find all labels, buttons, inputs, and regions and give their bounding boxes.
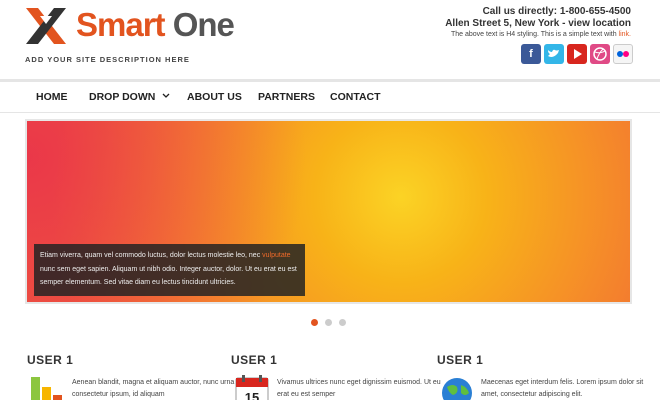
column-title: USER 1 xyxy=(231,353,278,367)
slider-dot-2[interactable] xyxy=(325,319,332,326)
site-header: Smart One ADD YOUR SITE DESCRIPTION HERE… xyxy=(0,0,660,78)
nav-partners[interactable]: PARTNERS xyxy=(258,91,315,103)
image-slider[interactable]: Etiam viverra, quam vel commodo luctus, … xyxy=(25,119,632,304)
facebook-icon[interactable]: f xyxy=(521,44,541,64)
brand-part-1: Smart xyxy=(76,6,166,43)
bar-chart-icon xyxy=(31,377,62,400)
contact-phone: Call us directly: 1-800-655-4500 xyxy=(482,6,631,17)
nav-home[interactable]: HOME xyxy=(36,91,68,103)
contact-info: Call us directly: 1-800-655-4500 Allen S… xyxy=(445,6,631,38)
nav-dropdown[interactable]: DROP DOWN xyxy=(89,91,170,103)
slider-dot-3[interactable] xyxy=(339,319,346,326)
brand-part-2: One xyxy=(172,6,235,43)
logo-icon[interactable] xyxy=(24,6,68,46)
contact-note-text: The above text is H4 styling. This is a … xyxy=(450,31,617,38)
caption-text-2: nunc sem eget sapien. Aliquam ut nibh od… xyxy=(40,265,297,287)
youtube-icon[interactable] xyxy=(567,44,587,64)
calendar-icon: 15 xyxy=(235,375,269,400)
slider-pagination xyxy=(311,319,346,326)
social-icons: f xyxy=(521,44,633,64)
flickr-icon[interactable] xyxy=(613,44,633,64)
column-title: USER 1 xyxy=(27,353,74,367)
contact-note: The above text is H4 styling. This is a … xyxy=(445,31,631,38)
slider-caption: Etiam viverra, quam vel commodo luctus, … xyxy=(34,244,305,296)
column-title: USER 1 xyxy=(437,353,484,367)
globe-icon xyxy=(442,378,472,400)
chevron-down-icon xyxy=(162,93,170,98)
site-description: ADD YOUR SITE DESCRIPTION HERE xyxy=(25,55,190,64)
feature-column-2: USER 1 15 Vivamus ultrices nunc eget dig… xyxy=(231,353,441,400)
nav-about[interactable]: ABOUT US xyxy=(187,91,242,103)
main-nav: HOME DROP DOWN ABOUT US PARTNERS CONTACT xyxy=(0,79,660,113)
brand-name[interactable]: Smart One xyxy=(76,6,235,44)
nav-dropdown-label: DROP DOWN xyxy=(89,91,156,103)
feature-column-1: USER 1 Aenean blandit, magna et aliquam … xyxy=(27,353,234,400)
slider-dot-1[interactable] xyxy=(311,319,318,326)
dribbble-icon[interactable] xyxy=(590,44,610,64)
twitter-icon[interactable] xyxy=(544,44,564,64)
caption-text-1: Etiam viverra, quam vel commodo luctus, … xyxy=(40,252,261,259)
contact-link[interactable]: link. xyxy=(619,31,631,38)
contact-address: Allen Street 5, New York - view location xyxy=(445,18,631,29)
caption-highlight: vulputate xyxy=(262,252,291,259)
calendar-day: 15 xyxy=(245,390,259,400)
nav-contact[interactable]: CONTACT xyxy=(330,91,381,103)
feature-column-3: USER 1 Maecenas eget interdum felis. Lor… xyxy=(437,353,643,400)
column-text: Aenean blandit, magna et aliquam auctor,… xyxy=(72,379,235,398)
column-text: Vivamus ultrices nunc eget dignissim eui… xyxy=(277,379,441,398)
column-text: Maecenas eget interdum felis. Lorem ipsu… xyxy=(481,379,644,398)
